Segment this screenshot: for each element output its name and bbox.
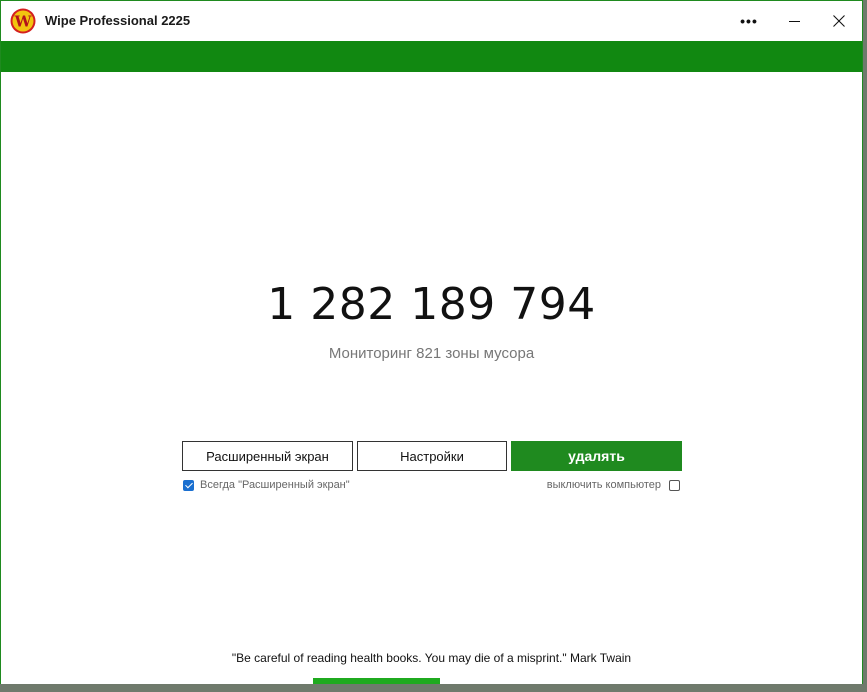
minimize-button[interactable] [771, 1, 817, 41]
window-title: Wipe Professional 2225 [45, 13, 191, 28]
always-extended-checkbox[interactable] [183, 479, 194, 491]
extended-screen-button[interactable]: Расширенный экран [182, 441, 353, 471]
svg-text:W: W [14, 13, 33, 31]
activity-progress-indicator [313, 678, 440, 684]
app-logo-icon: W [10, 8, 36, 34]
title-bar[interactable]: W Wipe Professional 2225 ••• [1, 1, 862, 41]
close-button[interactable] [816, 1, 862, 41]
more-options-icon: ••• [740, 13, 758, 29]
close-icon [833, 15, 845, 27]
shutdown-option[interactable]: выключить компьютер [547, 479, 680, 491]
always-extended-option[interactable]: Всегда "Расширенный экран" [183, 479, 350, 491]
monitoring-status: Мониторинг 821 зоны мусора [328, 345, 535, 362]
shutdown-label: выключить компьютер [546, 479, 661, 491]
shutdown-checkbox[interactable] [669, 479, 680, 491]
footer-quote: "Be careful of reading health books. You… [231, 651, 632, 665]
minimize-icon [788, 20, 800, 22]
header-banner [1, 41, 862, 72]
settings-button[interactable]: Настройки [357, 441, 507, 471]
app-window: W Wipe Professional 2225 ••• 1 282 189 7… [0, 0, 863, 684]
always-extended-label: Всегда "Расширенный экран" [200, 479, 350, 491]
delete-button[interactable]: удалять [511, 441, 682, 471]
junk-counter: 1 282 189 794 [267, 279, 596, 330]
activity-progress-track [1, 678, 862, 684]
more-options-button[interactable]: ••• [726, 1, 772, 41]
